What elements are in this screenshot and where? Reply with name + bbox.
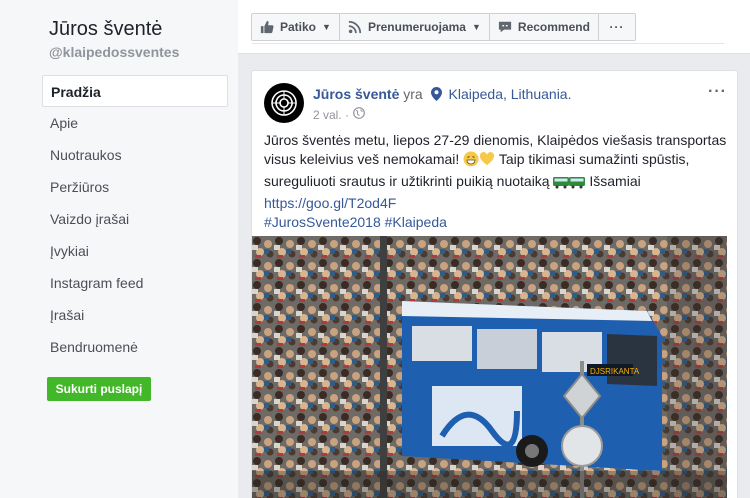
- speech-bubble-icon: [498, 20, 512, 34]
- post-photo-crowd-and-bus[interactable]: DJSRIKANTA: [252, 236, 727, 498]
- crowd-bus-photo: DJSRIKANTA: [252, 236, 727, 498]
- post-body: Jūros šventės metu, liepos 27-29 dienomi…: [264, 131, 729, 232]
- like-button[interactable]: Patiko ▼: [252, 14, 340, 40]
- post-link[interactable]: https://goo.gl/T2od4F: [264, 195, 396, 211]
- avatar[interactable]: [264, 83, 304, 123]
- sidebar-item-reviews[interactable]: Peržiūros: [42, 171, 228, 203]
- follow-label: Prenumeruojama: [367, 20, 466, 34]
- bus-emoji-icon: [569, 175, 586, 194]
- recommend-button[interactable]: Recommend: [490, 14, 599, 40]
- divider: [252, 43, 724, 44]
- sidebar-item-instagram[interactable]: Instagram feed: [42, 267, 228, 299]
- rss-icon: [348, 20, 362, 34]
- page-title: Jūros šventė: [49, 18, 163, 40]
- post-meta: 2 val. ·: [313, 107, 365, 122]
- sidebar-item-events[interactable]: Įvykiai: [42, 235, 228, 267]
- create-page-button[interactable]: Sukurti puslapį: [47, 377, 151, 401]
- sidebar-item-posts[interactable]: Įrašai: [42, 299, 228, 331]
- more-options-button[interactable]: ···: [599, 14, 635, 40]
- follow-button[interactable]: Prenumeruojama ▼: [340, 14, 490, 40]
- post-time[interactable]: 2 val.: [313, 108, 342, 122]
- post-verb: yra: [403, 86, 423, 102]
- post-author[interactable]: Jūros šventė: [313, 86, 399, 102]
- thumbs-up-icon: [260, 20, 274, 34]
- sidebar-nav: Pradžia Apie Nuotraukos Peržiūros Vaizdo…: [42, 75, 228, 363]
- yellow-heart-emoji-icon: [479, 151, 495, 172]
- post-hashtags[interactable]: #JurosSvente2018 #Klaipeda: [264, 214, 447, 230]
- shell-logo-icon: [271, 90, 297, 116]
- chevron-down-icon: ▼: [471, 22, 481, 32]
- sidebar-item-community[interactable]: Bendruomenė: [42, 331, 228, 363]
- sidebar-item-photos[interactable]: Nuotraukos: [42, 139, 228, 171]
- recommend-label: Recommend: [517, 20, 590, 34]
- action-buttons: Patiko ▼ Prenumeruojama ▼ Recommend ···: [251, 13, 636, 41]
- sidebar-item-videos[interactable]: Vaizdo įrašai: [42, 203, 228, 235]
- globe-icon[interactable]: [353, 107, 365, 122]
- page-handle[interactable]: @klaipedossventes: [49, 44, 179, 60]
- like-label: Patiko: [280, 20, 317, 34]
- sidebar-item-home[interactable]: Pradžia: [42, 75, 228, 107]
- chevron-down-icon: ▼: [322, 22, 331, 32]
- post-header: Jūros šventė yra Klaipeda, Lithuania.: [313, 86, 572, 104]
- bus-emoji-icon: [553, 175, 570, 194]
- grinning-face-emoji-icon: [463, 151, 479, 172]
- post-options-button[interactable]: ···: [708, 83, 727, 101]
- post-card: Jūros šventė yra Klaipeda, Lithuania. 2 …: [251, 70, 738, 498]
- page-sidebar: Jūros šventė @klaipedossventes Pradžia A…: [0, 0, 238, 498]
- page-action-bar: Patiko ▼ Prenumeruojama ▼ Recommend ···: [238, 0, 750, 54]
- location-pin-icon: [430, 87, 442, 104]
- sidebar-item-about[interactable]: Apie: [42, 107, 228, 139]
- post-text-3: Išsamiai: [589, 173, 641, 189]
- post-location[interactable]: Klaipeda, Lithuania.: [449, 86, 572, 102]
- bus-destination-sign: DJSRIKANTA: [590, 367, 640, 376]
